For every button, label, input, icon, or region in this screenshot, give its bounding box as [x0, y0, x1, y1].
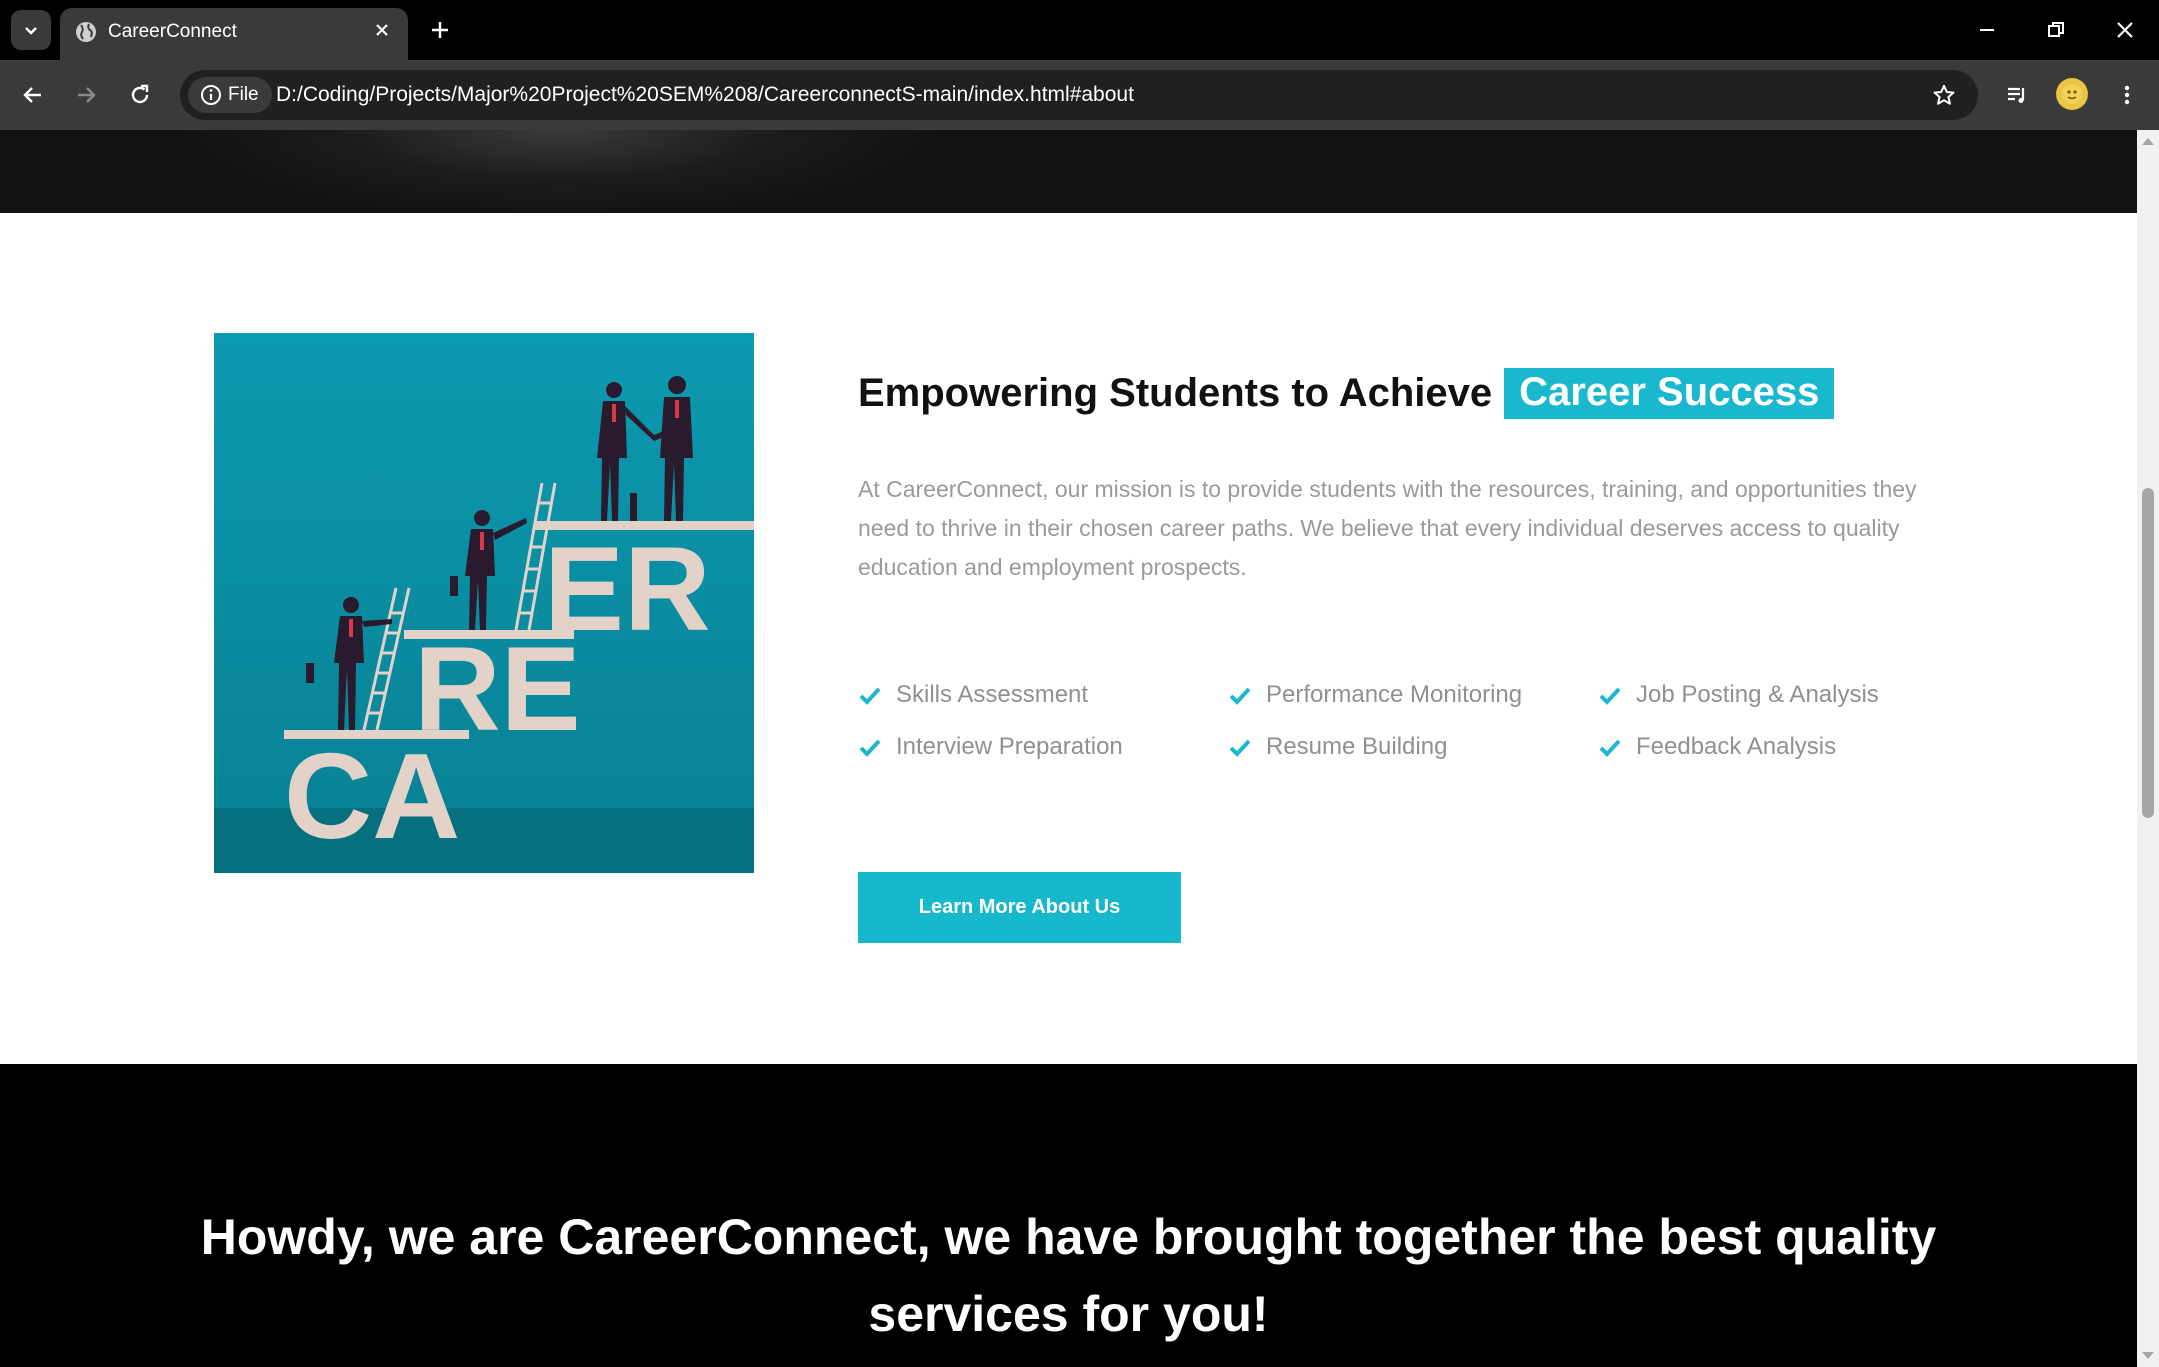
new-tab-button[interactable]: [424, 14, 456, 46]
feature-item: Resume Building: [1228, 733, 1447, 761]
feature-item: Performance Monitoring: [1228, 681, 1522, 709]
feature-item: Interview Preparation: [858, 733, 1123, 761]
chevron-down-icon: [25, 27, 37, 35]
browser-menu-button[interactable]: [2109, 77, 2145, 113]
about-title: Empowering Students to Achieve Career Su…: [858, 368, 1835, 419]
learn-more-button[interactable]: Learn More About Us: [858, 872, 1181, 943]
restore-button[interactable]: [2034, 12, 2078, 48]
services-heading-line: services for you!: [868, 1286, 1269, 1342]
minimize-icon: [1980, 29, 1994, 31]
playlist-music-icon: [2008, 87, 2025, 103]
browser-tab-strip: CareerConnect: [0, 0, 2159, 60]
more-vertical-icon: [2124, 85, 2130, 105]
bookmark-button[interactable]: [1928, 79, 1960, 111]
feature-label: Performance Monitoring: [1266, 681, 1523, 708]
arrow-left-icon: [23, 87, 41, 103]
page-scrollbar[interactable]: [2137, 130, 2159, 1367]
about-title-prefix: Empowering Students to Achieve: [858, 371, 1493, 415]
check-icon: [859, 687, 881, 705]
letters-ca: CA: [284, 728, 460, 864]
profile-emoji-icon: [2062, 84, 2082, 104]
media-control-button[interactable]: [1999, 77, 2035, 113]
site-chip-label: File: [228, 84, 259, 105]
scrollbar-thumb[interactable]: [2142, 488, 2154, 818]
page-viewport: ER RE CA Empowering Students to Achieve …: [0, 130, 2137, 1367]
scroll-down-arrow-icon[interactable]: [2141, 1350, 2155, 1362]
minimize-button[interactable]: [1965, 12, 2009, 48]
feature-item: Job Posting & Analysis: [1598, 681, 1879, 709]
site-info-chip[interactable]: File: [188, 77, 272, 113]
browser-toolbar: File D:/Coding/Projects/Major%20Project%…: [0, 60, 2159, 130]
forward-button[interactable]: [68, 77, 104, 113]
check-icon: [1599, 687, 1621, 705]
services-section: Howdy, we are CareerConnect, we have bro…: [0, 1064, 2137, 1367]
url-text: D:/Coding/Projects/Major%20Project%20SEM…: [276, 83, 1134, 106]
globe-icon: [76, 22, 96, 42]
profile-avatar[interactable]: [2056, 78, 2088, 110]
check-icon: [859, 739, 881, 757]
plus-icon: [432, 22, 448, 38]
hero-section-bottom: [0, 130, 2137, 213]
feature-item: Skills Assessment: [858, 681, 1088, 709]
back-button[interactable]: [15, 77, 51, 113]
close-icon: [376, 24, 388, 36]
tab-search-button[interactable]: [11, 10, 51, 50]
check-icon: [1229, 687, 1251, 705]
scroll-up-arrow-icon[interactable]: [2141, 135, 2155, 147]
career-ladder-illustration: ER RE CA: [214, 333, 754, 873]
arrow-right-icon: [78, 87, 96, 103]
check-icon: [1599, 739, 1621, 757]
close-icon: [2117, 22, 2133, 38]
tab-title: CareerConnect: [108, 21, 237, 42]
reload-button[interactable]: [122, 77, 158, 113]
check-icon: [1229, 739, 1251, 757]
close-window-button[interactable]: [2103, 12, 2147, 48]
address-bar[interactable]: File D:/Coding/Projects/Major%20Project%…: [180, 70, 1978, 120]
restore-icon: [2048, 22, 2064, 37]
info-icon: [201, 85, 221, 105]
browser-tab-active[interactable]: CareerConnect: [60, 8, 408, 60]
about-description: At CareerConnect, our mission is to prov…: [858, 476, 1917, 580]
feature-label: Skills Assessment: [896, 681, 1089, 708]
feature-item: Feedback Analysis: [1598, 733, 1836, 761]
about-title-highlight: Career Success: [1504, 368, 1835, 419]
feature-label: Interview Preparation: [896, 733, 1123, 760]
feature-label: Job Posting & Analysis: [1636, 681, 1879, 708]
feature-label: Resume Building: [1266, 733, 1448, 760]
tab-close-button[interactable]: [370, 18, 394, 42]
star-icon: [1933, 84, 1955, 105]
feature-label: Feedback Analysis: [1636, 733, 1837, 760]
services-heading: Howdy, we are CareerConnect, we have bro…: [0, 1199, 2137, 1353]
reload-icon: [131, 84, 149, 104]
services-heading-line: Howdy, we are CareerConnect, we have bro…: [200, 1209, 1937, 1265]
